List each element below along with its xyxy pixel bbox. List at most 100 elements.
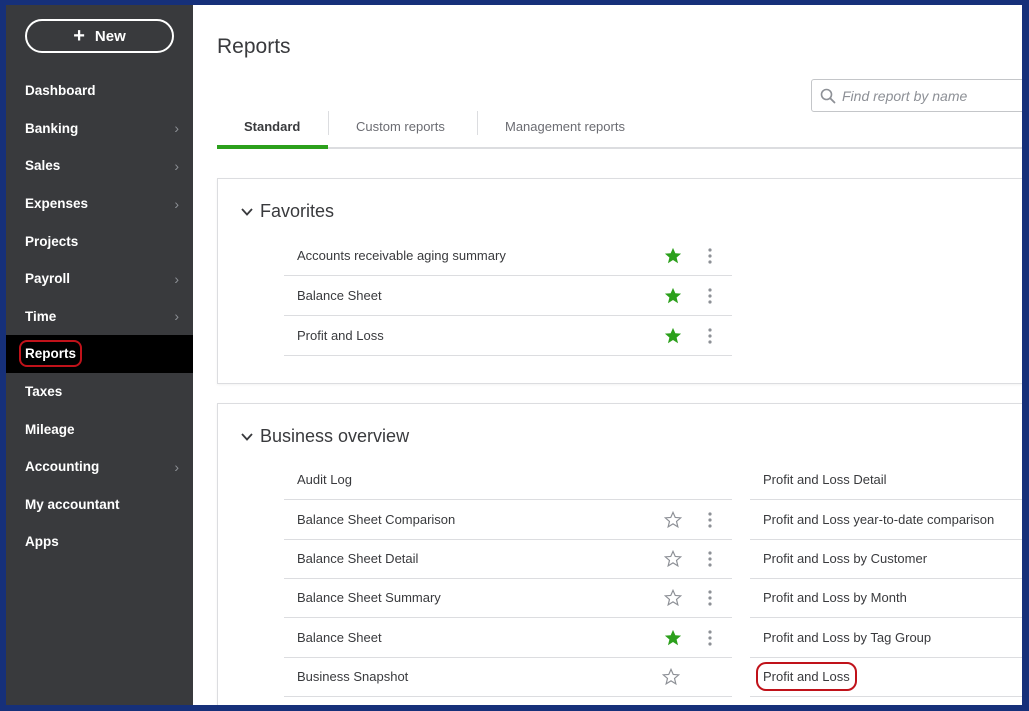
- new-button-label: New: [94, 27, 126, 45]
- report-name: Profit and Loss by Month: [763, 589, 907, 605]
- sidebar-item-label: Apps: [25, 534, 59, 550]
- report-name: Profit and Loss year-to-date comparison: [763, 511, 995, 527]
- sidebar-item-taxes[interactable]: Taxes: [6, 373, 193, 411]
- star-outline-icon[interactable]: [664, 550, 682, 568]
- more-options-icon[interactable]: [707, 512, 713, 528]
- report-name: Balance Sheet Comparison: [297, 511, 456, 527]
- app-frame: + New Dashboard Banking › Sales › Expenses…: [6, 5, 1022, 705]
- sidebar-item-label: Reports: [18, 340, 83, 368]
- active-tab-indicator: [217, 145, 328, 149]
- chevron-right-icon: ›: [174, 157, 179, 174]
- chevron-down-icon: [241, 207, 253, 216]
- sidebar-item-label: Dashboard: [25, 83, 96, 99]
- report-row[interactable]: Balance Sheet: [284, 618, 732, 658]
- sidebar-item-label: Accounting: [25, 459, 100, 475]
- sidebar-item-sales[interactable]: Sales ›: [6, 147, 193, 185]
- report-row[interactable]: Business Snapshot: [284, 657, 732, 697]
- more-options-icon[interactable]: [707, 288, 713, 304]
- chevron-right-icon: ›: [174, 308, 179, 325]
- business-overview-panel: Business overview Audit Log Balance Shee…: [217, 403, 1022, 705]
- report-name: Profit and Loss by Customer: [763, 550, 928, 566]
- sidebar-item-accounting[interactable]: Accounting ›: [6, 448, 193, 486]
- sidebar-item-label: Time: [25, 308, 57, 324]
- sidebar-item-apps[interactable]: Apps: [6, 523, 193, 561]
- report-row[interactable]: Balance Sheet Summary: [284, 578, 732, 618]
- more-options-icon[interactable]: [707, 590, 713, 606]
- report-row[interactable]: Balance Sheet Detail: [284, 539, 732, 579]
- sidebar-item-expenses[interactable]: Expenses ›: [6, 185, 193, 223]
- star-outline-icon[interactable]: [664, 589, 682, 607]
- report-row[interactable]: Accounts receivable aging summary: [284, 236, 732, 276]
- sidebar-item-label: Expenses: [25, 196, 89, 212]
- favorites-header[interactable]: Favorites: [240, 201, 334, 222]
- more-options-icon[interactable]: [707, 328, 713, 344]
- sidebar-item-label: Taxes: [25, 384, 63, 400]
- sidebar-item-mileage[interactable]: Mileage: [6, 410, 193, 448]
- report-row[interactable]: Balance Sheet: [284, 276, 732, 316]
- sidebar-item-projects[interactable]: Projects: [6, 222, 193, 260]
- sidebar-nav: Dashboard Banking › Sales › Expenses › Proj…: [6, 72, 193, 561]
- report-name-highlighted[interactable]: Profit and Loss: [756, 661, 857, 691]
- report-name: Accounts receivable aging summary: [297, 247, 506, 263]
- report-name: Audit Log: [297, 471, 352, 487]
- tab-standard[interactable]: Standard: [244, 103, 300, 149]
- sidebar-item-dashboard[interactable]: Dashboard: [6, 72, 193, 110]
- star-filled-icon[interactable]: [664, 327, 682, 345]
- report-row[interactable]: Profit and Loss: [284, 316, 732, 356]
- more-options-icon[interactable]: [707, 630, 713, 646]
- main-content: Reports Standard Custom reports Manageme…: [193, 5, 1022, 705]
- chevron-right-icon: ›: [174, 458, 179, 475]
- new-button[interactable]: + New: [25, 19, 174, 53]
- search-icon: [820, 88, 836, 103]
- report-name: Balance Sheet Detail: [297, 550, 419, 566]
- star-filled-icon[interactable]: [664, 247, 682, 265]
- page-title: Reports: [217, 35, 291, 58]
- tab-label: Standard: [244, 118, 301, 134]
- sidebar-item-label: Mileage: [25, 421, 75, 437]
- sidebar-item-label: Sales: [25, 158, 61, 174]
- report-name: Profit and Loss Detail: [763, 471, 887, 487]
- report-row[interactable]: Audit Log: [284, 460, 732, 500]
- sidebar-item-reports[interactable]: Reports: [6, 335, 193, 373]
- sidebar-item-banking[interactable]: Banking ›: [6, 110, 193, 148]
- more-options-icon[interactable]: [707, 551, 713, 567]
- business-overview-header[interactable]: Business overview: [240, 426, 409, 447]
- sidebar: + New Dashboard Banking › Sales › Expenses…: [6, 5, 193, 705]
- report-name: Balance Sheet: [297, 287, 382, 303]
- report-name: Balance Sheet Summary: [297, 589, 441, 605]
- search-input[interactable]: [842, 87, 1022, 104]
- tab-label: Custom reports: [356, 118, 445, 134]
- sidebar-item-label: Payroll: [25, 271, 71, 287]
- report-row[interactable]: Profit and Loss by Tag Group: [750, 618, 1022, 658]
- star-outline-icon[interactable]: [662, 668, 680, 686]
- sidebar-item-label: Banking: [25, 120, 79, 136]
- report-name: Profit and Loss by Tag Group: [763, 629, 932, 645]
- section-title: Favorites: [260, 201, 335, 221]
- plus-icon: +: [73, 25, 85, 47]
- report-row[interactable]: Profit and Loss Detail: [750, 460, 1022, 500]
- chevron-right-icon: ›: [174, 270, 179, 287]
- star-filled-icon[interactable]: [664, 629, 682, 647]
- report-row[interactable]: Profit and Loss by Customer: [750, 539, 1022, 579]
- report-row[interactable]: Balance Sheet Comparison: [284, 500, 732, 540]
- section-title: Business overview: [260, 426, 410, 446]
- sidebar-item-payroll[interactable]: Payroll ›: [6, 260, 193, 298]
- more-options-icon[interactable]: [707, 248, 713, 264]
- star-filled-icon[interactable]: [664, 287, 682, 305]
- report-name: Profit and Loss: [297, 327, 384, 343]
- report-name: Business Snapshot: [297, 668, 409, 684]
- favorites-panel: Favorites Accounts receivable aging summ…: [217, 178, 1022, 384]
- sidebar-item-time[interactable]: Time ›: [6, 298, 193, 336]
- chevron-right-icon: ›: [174, 195, 179, 212]
- report-row[interactable]: Profit and Loss by Month: [750, 578, 1022, 618]
- sidebar-item-my-accountant[interactable]: My accountant: [6, 486, 193, 524]
- report-row[interactable]: Profit and Loss year-to-date comparison: [750, 500, 1022, 540]
- tab-management-reports[interactable]: Management reports: [505, 103, 625, 149]
- sidebar-item-label: Projects: [25, 233, 79, 249]
- star-outline-icon[interactable]: [664, 511, 682, 529]
- tab-custom-reports[interactable]: Custom reports: [356, 103, 445, 149]
- sidebar-item-label: My accountant: [25, 496, 120, 512]
- report-tabs: Standard Custom reports Management repor…: [217, 103, 1022, 149]
- tab-divider: [477, 111, 478, 135]
- report-row[interactable]: Profit and Loss: [750, 657, 1022, 697]
